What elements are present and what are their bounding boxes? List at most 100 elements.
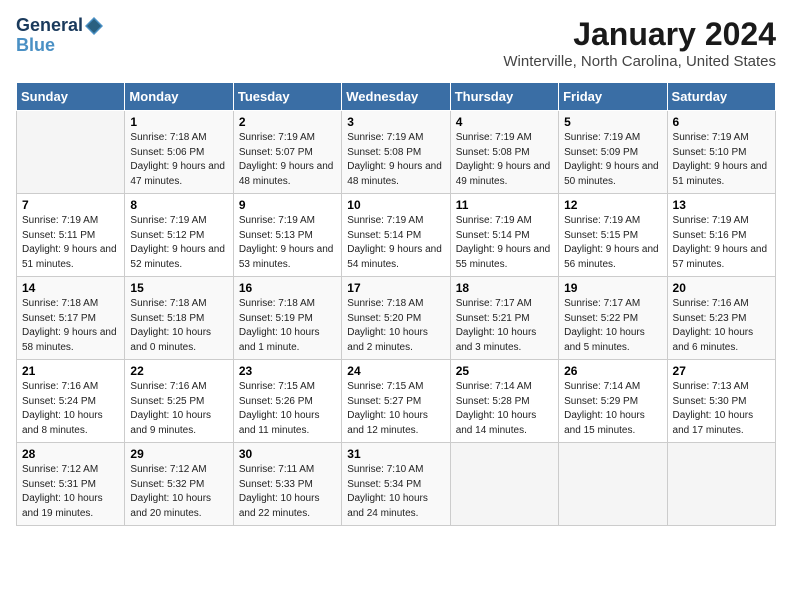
logo: General Blue: [16, 16, 103, 56]
day-detail: Sunrise: 7:19 AMSunset: 5:16 PMDaylight:…: [673, 214, 770, 272]
day-detail: Sunrise: 7:19 AMSunset: 5:09 PMDaylight:…: [564, 131, 661, 189]
day-detail: Sunrise: 7:15 AMSunset: 5:27 PMDaylight:…: [347, 380, 444, 438]
day-detail: Sunrise: 7:18 AMSunset: 5:19 PMDaylight:…: [239, 297, 336, 355]
day-number: 1: [130, 115, 227, 129]
day-detail: Sunrise: 7:19 AMSunset: 5:07 PMDaylight:…: [239, 131, 336, 189]
calendar-cell: [559, 443, 667, 526]
calendar-cell: 14 Sunrise: 7:18 AMSunset: 5:17 PMDaylig…: [17, 277, 125, 360]
day-number: 31: [347, 447, 444, 461]
calendar-cell: 30 Sunrise: 7:11 AMSunset: 5:33 PMDaylig…: [233, 443, 341, 526]
day-detail: Sunrise: 7:16 AMSunset: 5:25 PMDaylight:…: [130, 380, 227, 438]
day-detail: Sunrise: 7:18 AMSunset: 5:20 PMDaylight:…: [347, 297, 444, 355]
calendar-cell: 11 Sunrise: 7:19 AMSunset: 5:14 PMDaylig…: [450, 194, 558, 277]
calendar-cell: 1 Sunrise: 7:18 AMSunset: 5:06 PMDayligh…: [125, 111, 233, 194]
page-title: January 2024: [503, 16, 776, 53]
day-detail: Sunrise: 7:10 AMSunset: 5:34 PMDaylight:…: [347, 463, 444, 521]
calendar-week-4: 21 Sunrise: 7:16 AMSunset: 5:24 PMDaylig…: [17, 360, 776, 443]
day-detail: Sunrise: 7:17 AMSunset: 5:22 PMDaylight:…: [564, 297, 661, 355]
day-number: 13: [673, 198, 770, 212]
day-detail: Sunrise: 7:13 AMSunset: 5:30 PMDaylight:…: [673, 380, 770, 438]
calendar-cell: 25 Sunrise: 7:14 AMSunset: 5:28 PMDaylig…: [450, 360, 558, 443]
day-number: 4: [456, 115, 553, 129]
day-number: 15: [130, 281, 227, 295]
day-number: 25: [456, 364, 553, 378]
day-number: 27: [673, 364, 770, 378]
day-number: 30: [239, 447, 336, 461]
day-number: 20: [673, 281, 770, 295]
day-detail: Sunrise: 7:19 AMSunset: 5:08 PMDaylight:…: [347, 131, 444, 189]
header-day-tuesday: Tuesday: [233, 83, 341, 111]
day-number: 2: [239, 115, 336, 129]
calendar-cell: 20 Sunrise: 7:16 AMSunset: 5:23 PMDaylig…: [667, 277, 775, 360]
logo-icon: [85, 17, 103, 35]
day-number: 8: [130, 198, 227, 212]
day-number: 29: [130, 447, 227, 461]
day-detail: Sunrise: 7:19 AMSunset: 5:10 PMDaylight:…: [673, 131, 770, 189]
day-detail: Sunrise: 7:17 AMSunset: 5:21 PMDaylight:…: [456, 297, 553, 355]
calendar-cell: 2 Sunrise: 7:19 AMSunset: 5:07 PMDayligh…: [233, 111, 341, 194]
calendar-cell: 17 Sunrise: 7:18 AMSunset: 5:20 PMDaylig…: [342, 277, 450, 360]
day-number: 22: [130, 364, 227, 378]
day-detail: Sunrise: 7:11 AMSunset: 5:33 PMDaylight:…: [239, 463, 336, 521]
day-number: 21: [22, 364, 119, 378]
header-day-thursday: Thursday: [450, 83, 558, 111]
day-number: 7: [22, 198, 119, 212]
calendar-cell: 31 Sunrise: 7:10 AMSunset: 5:34 PMDaylig…: [342, 443, 450, 526]
day-detail: Sunrise: 7:14 AMSunset: 5:28 PMDaylight:…: [456, 380, 553, 438]
calendar-cell: 12 Sunrise: 7:19 AMSunset: 5:15 PMDaylig…: [559, 194, 667, 277]
calendar-week-3: 14 Sunrise: 7:18 AMSunset: 5:17 PMDaylig…: [17, 277, 776, 360]
day-number: 5: [564, 115, 661, 129]
day-detail: Sunrise: 7:19 AMSunset: 5:13 PMDaylight:…: [239, 214, 336, 272]
calendar-cell: 27 Sunrise: 7:13 AMSunset: 5:30 PMDaylig…: [667, 360, 775, 443]
page-subtitle: Winterville, North Carolina, United Stat…: [503, 53, 776, 70]
calendar-cell: 16 Sunrise: 7:18 AMSunset: 5:19 PMDaylig…: [233, 277, 341, 360]
calendar-cell: 24 Sunrise: 7:15 AMSunset: 5:27 PMDaylig…: [342, 360, 450, 443]
day-detail: Sunrise: 7:18 AMSunset: 5:06 PMDaylight:…: [130, 131, 227, 189]
day-detail: Sunrise: 7:19 AMSunset: 5:12 PMDaylight:…: [130, 214, 227, 272]
day-number: 23: [239, 364, 336, 378]
calendar-cell: 15 Sunrise: 7:18 AMSunset: 5:18 PMDaylig…: [125, 277, 233, 360]
header-day-friday: Friday: [559, 83, 667, 111]
day-detail: Sunrise: 7:15 AMSunset: 5:26 PMDaylight:…: [239, 380, 336, 438]
calendar-cell: 5 Sunrise: 7:19 AMSunset: 5:09 PMDayligh…: [559, 111, 667, 194]
day-detail: Sunrise: 7:19 AMSunset: 5:14 PMDaylight:…: [347, 214, 444, 272]
logo-blue: Blue: [16, 36, 55, 56]
day-number: 16: [239, 281, 336, 295]
calendar-cell: 23 Sunrise: 7:15 AMSunset: 5:26 PMDaylig…: [233, 360, 341, 443]
calendar-week-2: 7 Sunrise: 7:19 AMSunset: 5:11 PMDayligh…: [17, 194, 776, 277]
calendar-week-5: 28 Sunrise: 7:12 AMSunset: 5:31 PMDaylig…: [17, 443, 776, 526]
calendar-cell: 6 Sunrise: 7:19 AMSunset: 5:10 PMDayligh…: [667, 111, 775, 194]
day-detail: Sunrise: 7:18 AMSunset: 5:17 PMDaylight:…: [22, 297, 119, 355]
day-detail: Sunrise: 7:19 AMSunset: 5:15 PMDaylight:…: [564, 214, 661, 272]
calendar-cell: 26 Sunrise: 7:14 AMSunset: 5:29 PMDaylig…: [559, 360, 667, 443]
day-number: 19: [564, 281, 661, 295]
calendar-cell: [17, 111, 125, 194]
day-detail: Sunrise: 7:14 AMSunset: 5:29 PMDaylight:…: [564, 380, 661, 438]
day-number: 14: [22, 281, 119, 295]
day-number: 24: [347, 364, 444, 378]
calendar-cell: 19 Sunrise: 7:17 AMSunset: 5:22 PMDaylig…: [559, 277, 667, 360]
header-day-saturday: Saturday: [667, 83, 775, 111]
day-number: 9: [239, 198, 336, 212]
day-number: 28: [22, 447, 119, 461]
header-day-wednesday: Wednesday: [342, 83, 450, 111]
calendar-cell: 29 Sunrise: 7:12 AMSunset: 5:32 PMDaylig…: [125, 443, 233, 526]
day-detail: Sunrise: 7:19 AMSunset: 5:11 PMDaylight:…: [22, 214, 119, 272]
day-number: 11: [456, 198, 553, 212]
calendar-cell: 9 Sunrise: 7:19 AMSunset: 5:13 PMDayligh…: [233, 194, 341, 277]
logo-general: General: [16, 16, 83, 36]
calendar-cell: 22 Sunrise: 7:16 AMSunset: 5:25 PMDaylig…: [125, 360, 233, 443]
calendar-cell: 18 Sunrise: 7:17 AMSunset: 5:21 PMDaylig…: [450, 277, 558, 360]
page-header: General Blue January 2024 Winterville, N…: [16, 16, 776, 70]
calendar-cell: 10 Sunrise: 7:19 AMSunset: 5:14 PMDaylig…: [342, 194, 450, 277]
calendar-cell: 3 Sunrise: 7:19 AMSunset: 5:08 PMDayligh…: [342, 111, 450, 194]
day-number: 26: [564, 364, 661, 378]
calendar-week-1: 1 Sunrise: 7:18 AMSunset: 5:06 PMDayligh…: [17, 111, 776, 194]
day-number: 10: [347, 198, 444, 212]
day-detail: Sunrise: 7:19 AMSunset: 5:14 PMDaylight:…: [456, 214, 553, 272]
day-number: 6: [673, 115, 770, 129]
day-number: 3: [347, 115, 444, 129]
day-number: 17: [347, 281, 444, 295]
header-day-sunday: Sunday: [17, 83, 125, 111]
calendar-cell: 8 Sunrise: 7:19 AMSunset: 5:12 PMDayligh…: [125, 194, 233, 277]
